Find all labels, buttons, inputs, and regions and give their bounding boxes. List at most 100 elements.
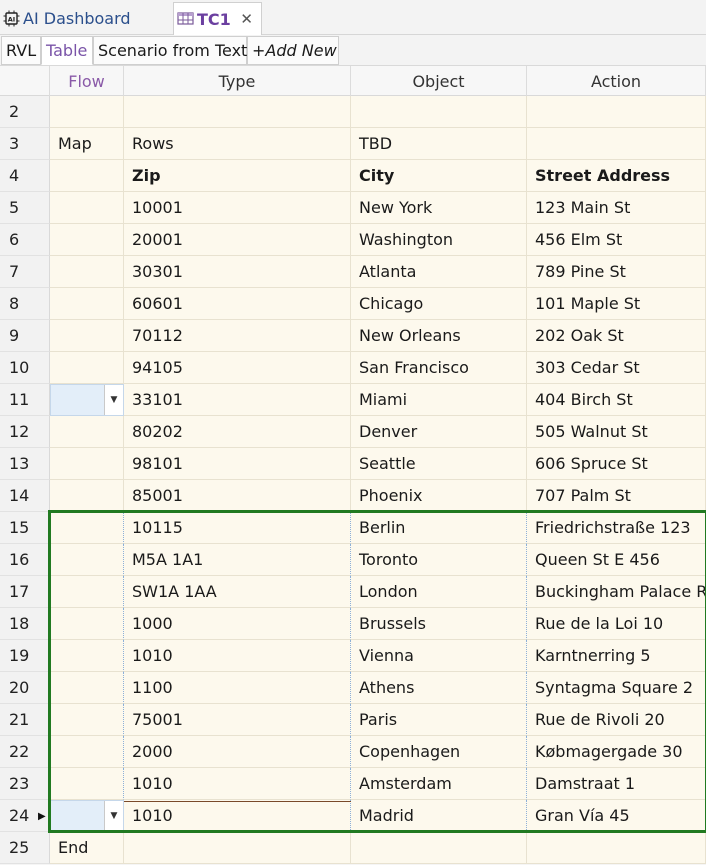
table-row[interactable]: 25 End: [0, 832, 706, 864]
cell-flow[interactable]: [50, 224, 124, 256]
cell-flow[interactable]: Map: [50, 128, 124, 160]
cell-object[interactable]: Seattle: [351, 448, 527, 480]
cell-action[interactable]: Rue de la Loi 10: [527, 608, 706, 640]
column-header-action[interactable]: Action: [527, 66, 706, 96]
row-number[interactable]: 2: [0, 96, 50, 128]
column-header-flow[interactable]: Flow: [50, 66, 124, 96]
cell-flow[interactable]: [50, 608, 124, 640]
row-number[interactable]: 13: [0, 448, 50, 480]
cell-action[interactable]: Købmagergade 30: [527, 736, 706, 768]
table-row[interactable]: 12 80202 Denver 505 Walnut St: [0, 416, 706, 448]
cell-flow[interactable]: [50, 768, 124, 800]
cell-flow[interactable]: [50, 320, 124, 352]
cell-action[interactable]: Street Address: [527, 160, 706, 192]
row-number[interactable]: 4: [0, 160, 50, 192]
cell-action[interactable]: Gran Vía 45: [527, 800, 706, 832]
cell-object[interactable]: Athens: [351, 672, 527, 704]
cell-object[interactable]: New Orleans: [351, 320, 527, 352]
cell-type[interactable]: 1010: [124, 800, 351, 832]
cell-flow[interactable]: [50, 256, 124, 288]
cell-type[interactable]: [124, 832, 351, 864]
cell-type[interactable]: 70112: [124, 320, 351, 352]
cell-action[interactable]: 101 Maple St: [527, 288, 706, 320]
table-row[interactable]: 7 30301 Atlanta 789 Pine St: [0, 256, 706, 288]
cell-flow[interactable]: End: [50, 832, 124, 864]
row-number[interactable]: 8: [0, 288, 50, 320]
cell-action[interactable]: 404 Birch St: [527, 384, 706, 416]
cell-type[interactable]: 85001: [124, 480, 351, 512]
cell-action[interactable]: 123 Main St: [527, 192, 706, 224]
row-number[interactable]: 25: [0, 832, 50, 864]
cell-flow[interactable]: [50, 416, 124, 448]
table-row[interactable]: 2: [0, 96, 706, 128]
add-new-tab-button[interactable]: +Add New: [247, 36, 339, 65]
chevron-down-icon[interactable]: ▼: [104, 801, 123, 831]
cell-flow[interactable]: [50, 448, 124, 480]
row-number[interactable]: 5: [0, 192, 50, 224]
cell-type[interactable]: Zip: [124, 160, 351, 192]
flow-dropdown[interactable]: ▼: [50, 800, 124, 832]
cell-action[interactable]: [527, 96, 706, 128]
table-row[interactable]: 16 M5A 1A1 Toronto Queen St E 456: [0, 544, 706, 576]
cell-flow[interactable]: [50, 672, 124, 704]
cell-type[interactable]: SW1A 1AA: [124, 576, 351, 608]
cell-action[interactable]: Queen St E 456: [527, 544, 706, 576]
cell-action[interactable]: 707 Palm St: [527, 480, 706, 512]
corner-header-cell[interactable]: [0, 66, 50, 96]
cell-action[interactable]: 505 Walnut St: [527, 416, 706, 448]
cell-action[interactable]: Syntagma Square 2: [527, 672, 706, 704]
cell-object[interactable]: Phoenix: [351, 480, 527, 512]
cell-object[interactable]: Atlanta: [351, 256, 527, 288]
row-number[interactable]: 11: [0, 384, 50, 416]
cell-type[interactable]: 30301: [124, 256, 351, 288]
cell-action[interactable]: 456 Elm St: [527, 224, 706, 256]
row-number[interactable]: 22: [0, 736, 50, 768]
chevron-down-icon[interactable]: ▼: [104, 385, 123, 415]
row-number[interactable]: 7: [0, 256, 50, 288]
table-row[interactable]: 10 94105 San Francisco 303 Cedar St: [0, 352, 706, 384]
cell-type[interactable]: 1010: [124, 640, 351, 672]
table-row[interactable]: 5 10001 New York 123 Main St: [0, 192, 706, 224]
tab-rvl[interactable]: RVL: [1, 36, 41, 65]
cell-object[interactable]: Washington: [351, 224, 527, 256]
cell-type[interactable]: 60601: [124, 288, 351, 320]
table-row[interactable]: 19 1010 Vienna Karntnerring 5: [0, 640, 706, 672]
cell-type[interactable]: 33101: [124, 384, 351, 416]
cell-flow[interactable]: [50, 704, 124, 736]
cell-object[interactable]: Vienna: [351, 640, 527, 672]
row-number[interactable]: 20: [0, 672, 50, 704]
cell-object[interactable]: Brussels: [351, 608, 527, 640]
column-header-type[interactable]: Type: [124, 66, 351, 96]
row-number[interactable]: 19: [0, 640, 50, 672]
cell-type[interactable]: 20001: [124, 224, 351, 256]
cell-object[interactable]: [351, 832, 527, 864]
cell-action[interactable]: [527, 832, 706, 864]
cell-object[interactable]: Copenhagen: [351, 736, 527, 768]
cell-action[interactable]: Damstraat 1: [527, 768, 706, 800]
cell-type[interactable]: 94105: [124, 352, 351, 384]
table-row[interactable]: 24 ▶ 1010 Madrid Gran Vía 45 ▼: [0, 800, 706, 832]
cell-type[interactable]: M5A 1A1: [124, 544, 351, 576]
cell-flow[interactable]: [50, 192, 124, 224]
row-number[interactable]: 12: [0, 416, 50, 448]
row-number[interactable]: 10: [0, 352, 50, 384]
cell-action[interactable]: 789 Pine St: [527, 256, 706, 288]
cell-object[interactable]: Madrid: [351, 800, 527, 832]
cell-action[interactable]: Friedrichstraße 123: [527, 512, 706, 544]
table-row[interactable]: 11 33101 Miami 404 Birch St ▼: [0, 384, 706, 416]
cell-flow[interactable]: [50, 512, 124, 544]
cell-flow[interactable]: [50, 544, 124, 576]
cell-type[interactable]: [124, 96, 351, 128]
row-number[interactable]: 3: [0, 128, 50, 160]
cell-type[interactable]: 1000: [124, 608, 351, 640]
cell-action[interactable]: Karntnerring 5: [527, 640, 706, 672]
cell-object[interactable]: Chicago: [351, 288, 527, 320]
cell-object[interactable]: TBD: [351, 128, 527, 160]
cell-type[interactable]: 98101: [124, 448, 351, 480]
cell-type[interactable]: 75001: [124, 704, 351, 736]
table-row[interactable]: 15 10115 Berlin Friedrichstraße 123: [0, 512, 706, 544]
cell-object[interactable]: New York: [351, 192, 527, 224]
cell-object[interactable]: San Francisco: [351, 352, 527, 384]
cell-type[interactable]: 1010: [124, 768, 351, 800]
cell-action[interactable]: Rue de Rivoli 20: [527, 704, 706, 736]
